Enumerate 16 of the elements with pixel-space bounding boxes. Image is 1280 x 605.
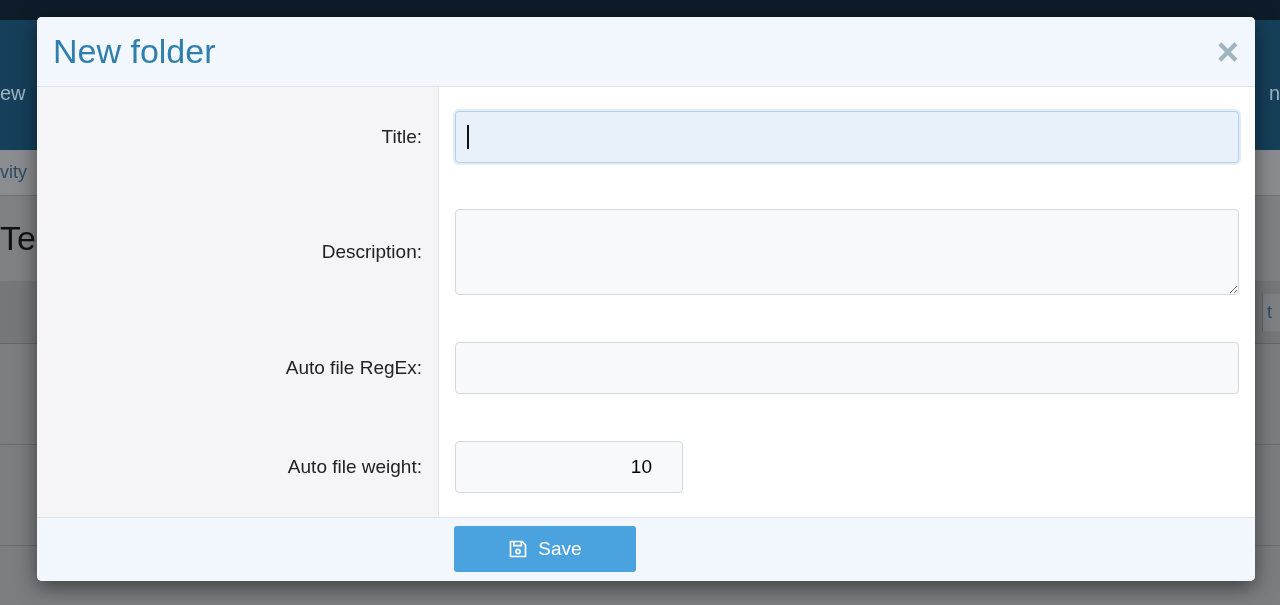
nav-link[interactable]: ew bbox=[0, 81, 26, 105]
text-field[interactable] bbox=[455, 341, 1239, 394]
nav-link[interactable]: n bbox=[1268, 81, 1280, 105]
save-button[interactable]: Save bbox=[454, 526, 636, 573]
dialog-title: New folder bbox=[53, 32, 216, 72]
subnav-link[interactable]: vity bbox=[0, 162, 27, 183]
field-label: Auto file RegEx: bbox=[285, 356, 422, 379]
field-label: Description: bbox=[321, 241, 422, 264]
field-label: Title: bbox=[381, 125, 422, 148]
text-cursor bbox=[467, 124, 469, 149]
page-heading: Te bbox=[0, 219, 36, 258]
table-header-cell: t bbox=[1262, 293, 1280, 331]
text-field[interactable] bbox=[455, 110, 1239, 163]
number-field[interactable]: 10 bbox=[455, 441, 683, 494]
description-field[interactable] bbox=[455, 209, 1239, 296]
field-label: Auto file weight: bbox=[287, 456, 422, 479]
